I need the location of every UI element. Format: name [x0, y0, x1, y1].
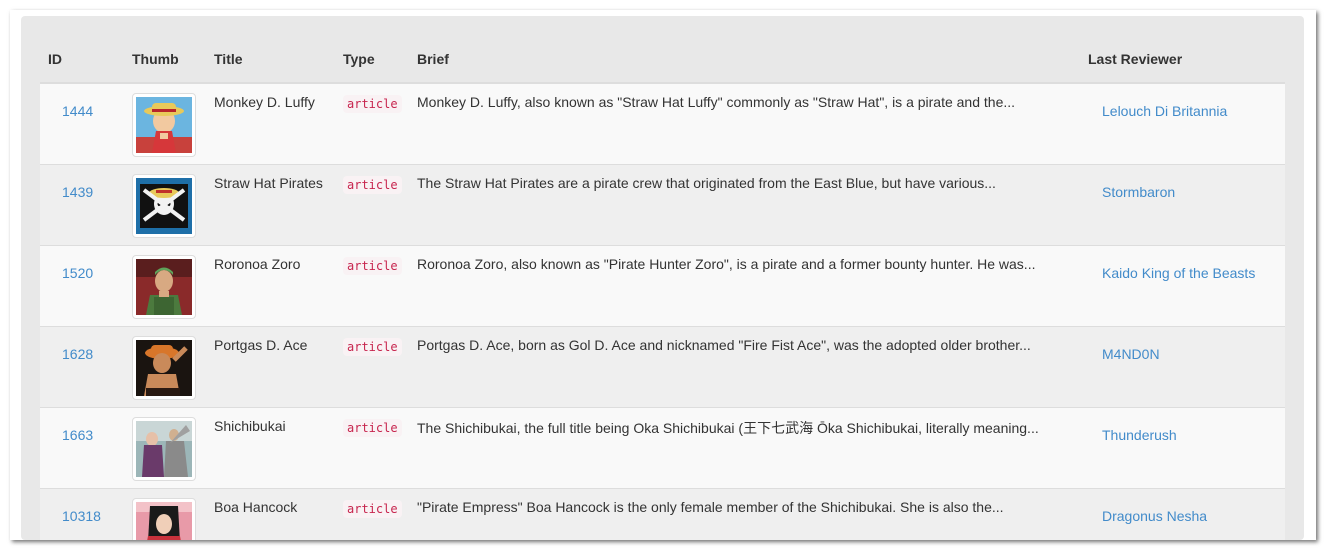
thumb-cell — [124, 244, 206, 326]
article-id-link[interactable]: 1663 — [62, 427, 93, 443]
luffy-thumbnail-icon — [136, 97, 192, 153]
type-badge: article — [343, 418, 402, 437]
table-header-row: ID Thumb Title Type Brief Last Reviewer — [40, 36, 1285, 84]
table-body: 1444 Monkey D. Luffy article Monkey D. L… — [40, 82, 1285, 540]
title-cell: Portgas D. Ace — [206, 325, 335, 407]
header-title: Title — [206, 36, 335, 84]
thumb-cell — [124, 325, 206, 407]
article-id-link[interactable]: 1439 — [62, 184, 93, 200]
reviewer-link[interactable]: Dragonus Nesha — [1102, 508, 1207, 524]
header-thumb: Thumb — [124, 36, 206, 84]
type-cell: article — [335, 163, 409, 245]
table-row: 1439 Straw Hat Pirates article The Straw… — [40, 163, 1285, 245]
reviewer-link[interactable]: Thunderush — [1102, 427, 1177, 443]
thumb-cell — [124, 487, 206, 540]
table-row: 10318 Boa Hancock article "Pirate Empres… — [40, 487, 1285, 540]
window-frame: ID Thumb Title Type Brief Last Reviewer … — [10, 10, 1316, 540]
reviewer-cell: Lelouch Di Britannia — [1080, 82, 1285, 164]
thumbnail[interactable] — [132, 416, 196, 481]
thumb-cell — [124, 163, 206, 245]
reviewer-cell: Stormbaron — [1080, 163, 1285, 245]
header-id: ID — [40, 36, 124, 84]
table-row: 1520 Roronoa Zoro article Roronoa Zoro, … — [40, 244, 1285, 326]
type-badge: article — [343, 175, 402, 194]
jolly-roger-thumbnail-icon — [136, 177, 192, 234]
reviewer-cell: Kaido King of the Beasts — [1080, 244, 1285, 326]
id-cell: 1444 — [40, 82, 124, 164]
id-cell: 1439 — [40, 163, 124, 245]
id-cell: 1520 — [40, 244, 124, 326]
thumbnail[interactable] — [132, 335, 196, 400]
title-cell: Straw Hat Pirates — [206, 163, 335, 245]
brief-cell: Monkey D. Luffy, also known as "Straw Ha… — [409, 82, 1080, 164]
table-row: 1663 Shichibukai article The Shichibukai… — [40, 406, 1285, 488]
reviewer-link[interactable]: M4ND0N — [1102, 346, 1160, 362]
header-last-reviewer: Last Reviewer — [1080, 36, 1285, 84]
articles-table: ID Thumb Title Type Brief Last Reviewer … — [40, 36, 1285, 540]
reviewer-cell: Dragonus Nesha — [1080, 487, 1285, 540]
article-id-link[interactable]: 1628 — [62, 346, 93, 362]
id-cell: 10318 — [40, 487, 124, 540]
header-type: Type — [335, 36, 409, 84]
brief-cell: Roronoa Zoro, also known as "Pirate Hunt… — [409, 244, 1080, 326]
table-row: 1444 Monkey D. Luffy article Monkey D. L… — [40, 82, 1285, 164]
brief-cell: Portgas D. Ace, born as Gol D. Ace and n… — [409, 325, 1080, 407]
type-cell: article — [335, 244, 409, 326]
reviewer-cell: Thunderush — [1080, 406, 1285, 488]
brief-cell: The Straw Hat Pirates are a pirate crew … — [409, 163, 1080, 245]
title-cell: Shichibukai — [206, 406, 335, 488]
article-id-link[interactable]: 1444 — [62, 103, 93, 119]
type-badge: article — [343, 256, 402, 275]
shichibukai-thumbnail-icon — [136, 420, 192, 477]
articles-panel: ID Thumb Title Type Brief Last Reviewer … — [21, 16, 1304, 540]
brief-cell: The Shichibukai, the full title being Ok… — [409, 406, 1080, 488]
id-cell: 1628 — [40, 325, 124, 407]
reviewer-cell: M4ND0N — [1080, 325, 1285, 407]
type-cell: article — [335, 325, 409, 407]
table-row: 1628 Portgas D. Ace article Portgas D. A… — [40, 325, 1285, 407]
thumbnail[interactable] — [132, 254, 196, 319]
type-badge: article — [343, 499, 402, 518]
reviewer-link[interactable]: Lelouch Di Britannia — [1102, 103, 1227, 119]
thumb-cell — [124, 406, 206, 488]
type-cell: article — [335, 487, 409, 540]
title-cell: Roronoa Zoro — [206, 244, 335, 326]
title-cell: Monkey D. Luffy — [206, 82, 335, 164]
type-cell: article — [335, 406, 409, 488]
thumb-cell — [124, 82, 206, 164]
reviewer-link[interactable]: Stormbaron — [1102, 184, 1175, 200]
reviewer-link[interactable]: Kaido King of the Beasts — [1102, 265, 1255, 281]
thumbnail[interactable] — [132, 497, 196, 540]
header-brief: Brief — [409, 36, 1080, 84]
article-id-link[interactable]: 10318 — [62, 508, 101, 524]
type-badge: article — [343, 95, 402, 113]
table-header: ID Thumb Title Type Brief Last Reviewer — [40, 36, 1285, 84]
article-id-link[interactable]: 1520 — [62, 265, 93, 281]
type-badge: article — [343, 337, 402, 356]
brief-cell: "Pirate Empress" Boa Hancock is the only… — [409, 487, 1080, 540]
thumbnail[interactable] — [132, 173, 196, 238]
id-cell: 1663 — [40, 406, 124, 488]
title-cell: Boa Hancock — [206, 487, 335, 540]
hancock-thumbnail-icon — [136, 501, 192, 540]
thumbnail[interactable] — [132, 93, 196, 157]
ace-thumbnail-icon — [136, 339, 192, 396]
zoro-thumbnail-icon — [136, 258, 192, 315]
type-cell: article — [335, 82, 409, 164]
